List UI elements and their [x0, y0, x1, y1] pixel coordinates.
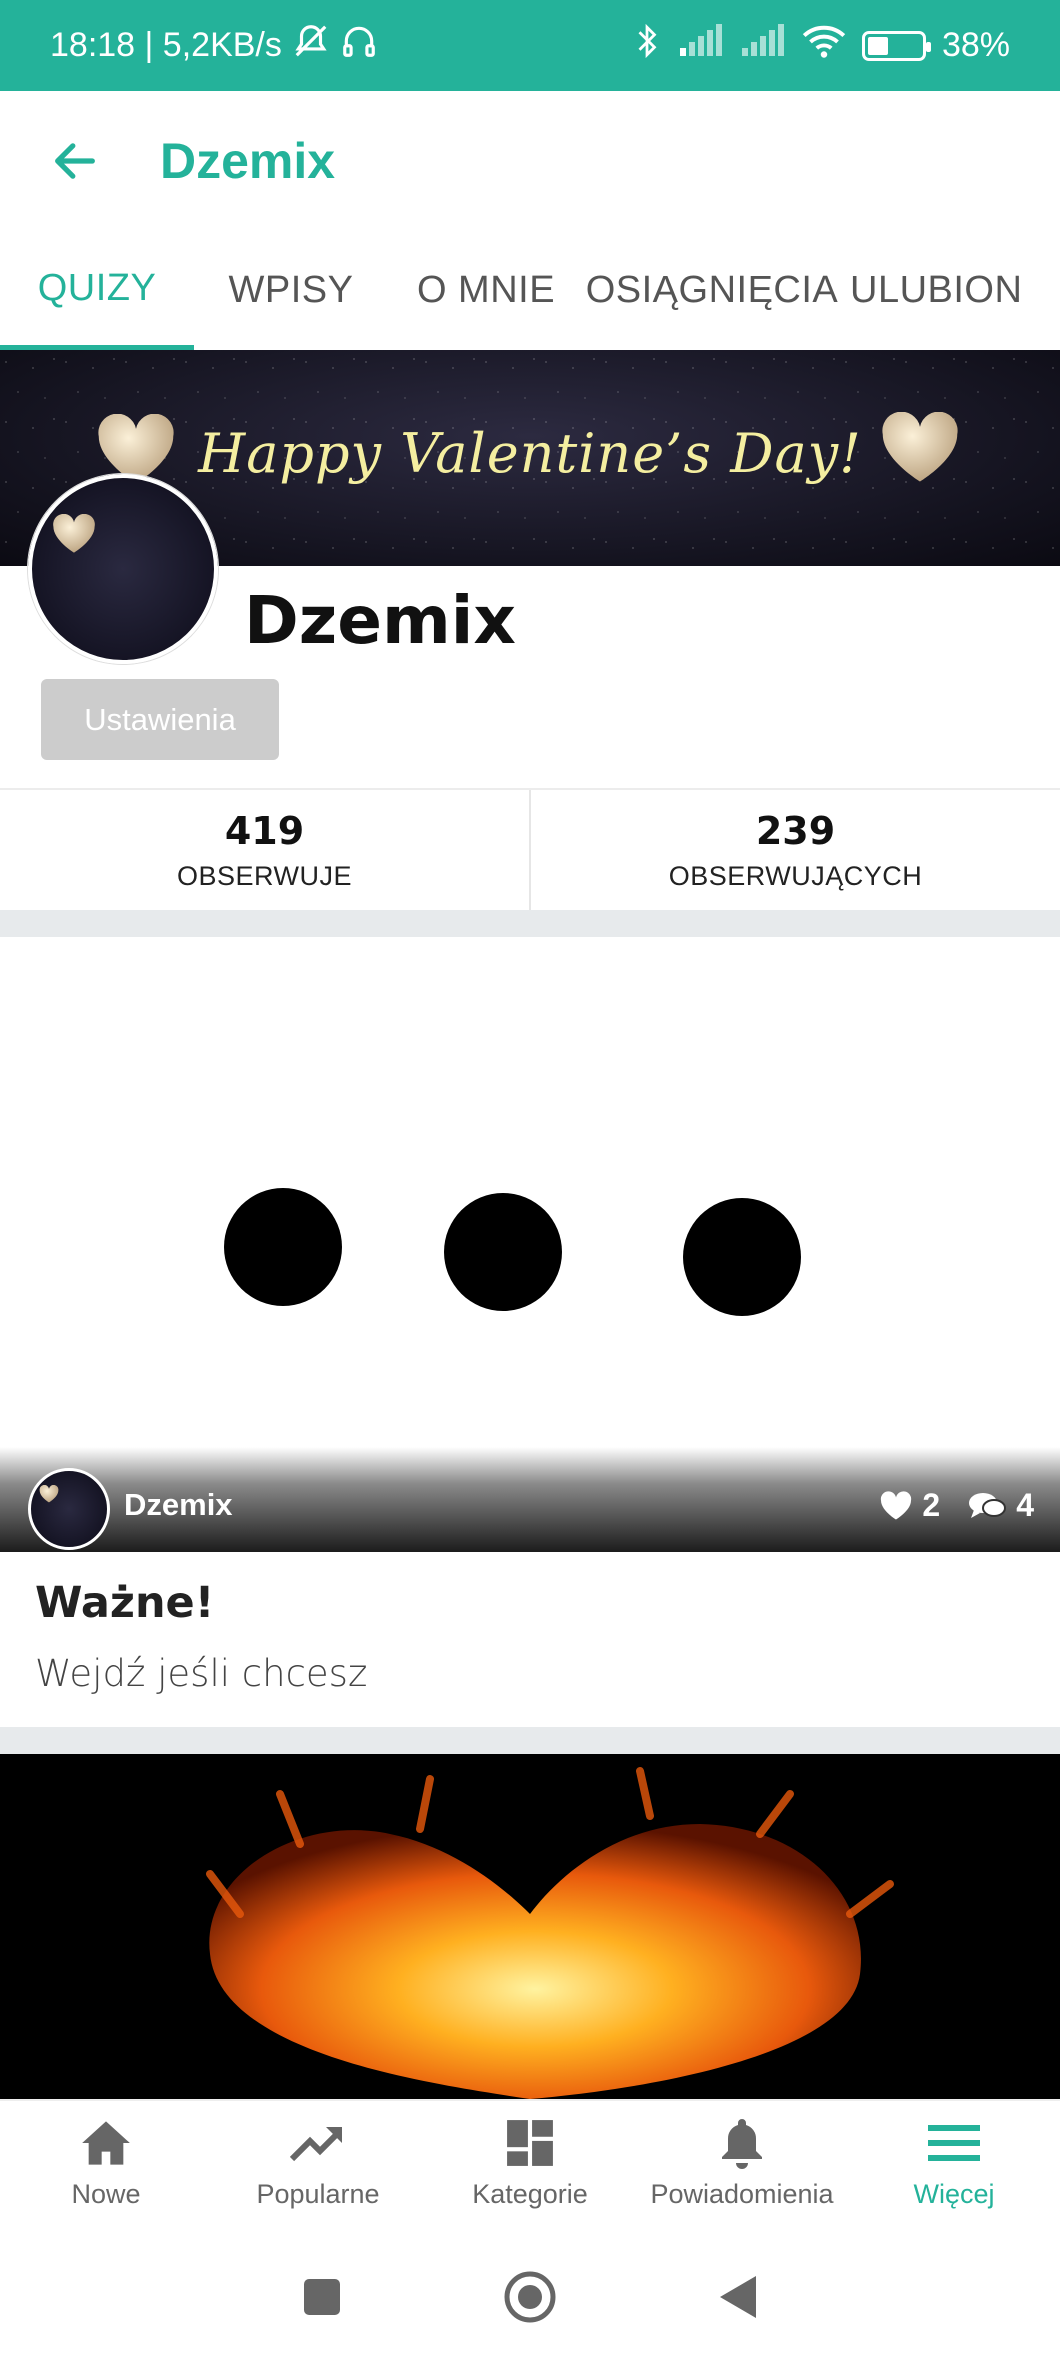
nav-popularne[interactable]: Popularne: [212, 2101, 424, 2239]
quiz-overlay: Dzemix 2 4: [0, 1447, 1060, 1552]
heart-icon: [881, 1490, 912, 1519]
following-stat[interactable]: 419 OBSERWUJE: [0, 790, 529, 910]
likes-count: 2: [922, 1487, 941, 1523]
fire-heart-image: [206, 1767, 894, 2099]
page-title: Dzemix: [160, 133, 336, 189]
nav-label: Powiadomienia: [650, 2179, 834, 2209]
categories-icon: [500, 2113, 560, 2173]
battery-percent: 38%: [941, 26, 1010, 64]
trending-icon: [288, 2113, 348, 2173]
tab-quizy[interactable]: QUIZY: [0, 231, 194, 350]
followers-count: 239: [755, 808, 836, 853]
following-count: 419: [224, 808, 305, 853]
avatar[interactable]: [28, 474, 218, 664]
home-button[interactable]: [502, 2269, 558, 2325]
profile-name: Dzemix: [244, 582, 516, 659]
quiz-thumbnail-2[interactable]: [0, 1754, 1060, 2099]
author-name[interactable]: Dzemix: [124, 1487, 233, 1523]
status-time: 18:18 | 5,2KB/s: [50, 26, 282, 64]
nav-wiecej[interactable]: Więcej: [848, 2101, 1060, 2239]
nav-label: Nowe: [71, 2179, 141, 2209]
followers-label: OBSERWUJĄCYCH: [668, 860, 923, 891]
comments-icon: [969, 1492, 1007, 1518]
nav-kategorie[interactable]: Kategorie: [424, 2101, 636, 2239]
dot-shape: [683, 1198, 801, 1316]
system-navigation: [0, 2239, 1060, 2355]
divider: [0, 1727, 1060, 1754]
profile-tabs: QUIZY WPISY O MNIE OSIĄGNIĘCIA ULUBION: [0, 231, 1060, 350]
nav-powiadomienia[interactable]: Powiadomienia: [636, 2101, 848, 2239]
battery-fill: [867, 36, 888, 55]
home-icon: [76, 2113, 136, 2173]
settings-button[interactable]: Ustawienia: [41, 679, 279, 760]
menu-icon: [924, 2113, 984, 2173]
tab-wpisy[interactable]: WPISY: [194, 231, 388, 350]
nav-label: Kategorie: [472, 2179, 588, 2209]
nav-label: Popularne: [256, 2179, 380, 2209]
following-label: OBSERWUJE: [176, 860, 353, 891]
dot-shape: [224, 1188, 342, 1306]
heart-icon: [53, 514, 95, 553]
signal-icon: [678, 24, 724, 67]
dot-shape: [444, 1193, 562, 1311]
heart-icon: [882, 412, 958, 482]
back-arrow-icon[interactable]: [35, 121, 115, 201]
bell-icon: [712, 2113, 772, 2173]
author-avatar[interactable]: [28, 1467, 110, 1550]
bluetooth-icon: [632, 21, 662, 70]
tab-o-mnie[interactable]: O MNIE: [388, 231, 584, 350]
wifi-icon: [802, 23, 846, 68]
comments-count: 4: [1016, 1487, 1034, 1523]
tab-osiagniecia[interactable]: OSIĄGNIĘCIA: [584, 231, 840, 350]
status-bar: 18:18 | 5,2KB/s 38%: [0, 0, 1060, 91]
back-button[interactable]: [718, 2274, 758, 2320]
bottom-navigation: Nowe Popularne Kategorie Powiadomienia W…: [0, 2099, 1060, 2239]
recent-apps-button[interactable]: [302, 2277, 342, 2317]
quiz-title[interactable]: Ważne!: [35, 1578, 214, 1628]
signal-icon-2: [740, 24, 786, 67]
nav-nowe[interactable]: Nowe: [0, 2101, 212, 2239]
mute-icon: [292, 22, 330, 69]
app-bar: Dzemix: [0, 91, 1060, 231]
tab-ulubione[interactable]: ULUBION: [840, 231, 1060, 350]
followers-stat[interactable]: 239 OBSERWUJĄCYCH: [529, 790, 1060, 910]
heart-icon: [39, 1484, 59, 1502]
headset-icon: [340, 22, 378, 69]
nav-label: Więcej: [913, 2179, 995, 2209]
battery-icon: [861, 30, 931, 61]
follow-stats: 419 OBSERWUJE 239 OBSERWUJĄCYCH: [0, 788, 1060, 910]
quiz-stats: 2 4: [880, 1487, 1034, 1524]
quiz-description: Wejdź jeśli chcesz: [35, 1652, 368, 1695]
divider: [0, 910, 1060, 937]
